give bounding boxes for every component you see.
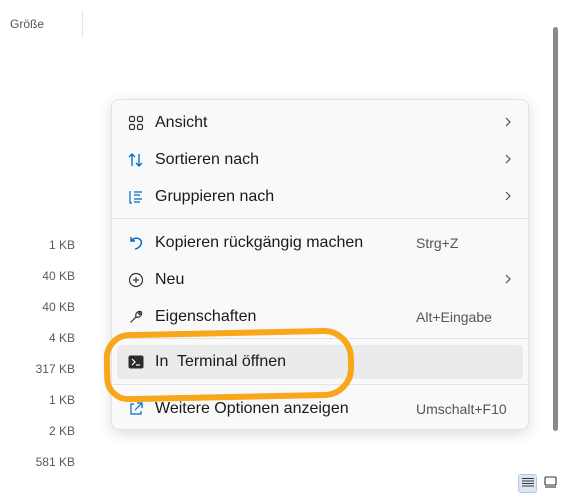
menu-item-label: Ansicht xyxy=(155,114,208,131)
new-icon xyxy=(126,270,146,290)
menu-item-label: Eigenschaften xyxy=(155,308,257,325)
external-icon xyxy=(126,399,146,419)
shortcut-label: Umschalt+F10 xyxy=(416,401,507,417)
menu-separator xyxy=(112,384,528,385)
wrench-icon xyxy=(126,307,146,327)
vertical-scrollbar[interactable] xyxy=(553,27,558,431)
menu-item-undo-copy[interactable]: Kopieren rückgängig machen Strg+Z xyxy=(117,226,523,260)
size-cell: 2 KB xyxy=(48,424,75,438)
sort-icon xyxy=(126,150,146,170)
tiles-view-button[interactable] xyxy=(541,474,560,493)
context-menu: Ansicht Sortieren nach Gruppieren nach K… xyxy=(111,99,529,430)
group-icon xyxy=(126,187,146,207)
menu-item-neu[interactable]: Neu xyxy=(117,263,523,297)
undo-icon xyxy=(126,233,146,253)
grid-icon xyxy=(126,113,146,133)
menu-item-sortieren[interactable]: Sortieren nach xyxy=(117,143,523,177)
menu-item-label: Kopieren rückgängig machen xyxy=(155,234,364,251)
shortcut-label: Alt+Eingabe xyxy=(416,309,492,325)
chevron-right-icon xyxy=(503,271,513,287)
details-view-button[interactable] xyxy=(518,474,537,493)
size-cell: 1 KB xyxy=(48,393,75,407)
menu-item-ansicht[interactable]: Ansicht xyxy=(117,106,523,140)
size-cell: 40 KB xyxy=(42,300,75,314)
menu-item-open-terminal[interactable]: In Terminal öffnen xyxy=(117,345,523,379)
menu-item-eigenschaften[interactable]: Eigenschaften Alt+Eingabe xyxy=(117,300,523,334)
shortcut-label: Strg+Z xyxy=(416,235,459,251)
chevron-right-icon xyxy=(503,114,513,130)
size-cell: 40 KB xyxy=(42,269,75,283)
size-cell: 4 KB xyxy=(48,331,75,345)
size-column-header[interactable]: Größe xyxy=(0,10,83,38)
tiles-icon xyxy=(544,475,557,493)
menu-item-more-options[interactable]: Weitere Optionen anzeigen Umschalt+F10 xyxy=(117,392,523,426)
chevron-right-icon xyxy=(503,188,513,204)
size-cell: 1 KB xyxy=(48,238,75,252)
menu-item-label: Gruppieren nach xyxy=(155,188,275,205)
menu-item-gruppieren[interactable]: Gruppieren nach xyxy=(117,180,523,214)
size-column-label: Größe xyxy=(10,17,45,31)
menu-separator xyxy=(112,218,528,219)
menu-separator xyxy=(112,338,528,339)
menu-item-label: Sortieren nach xyxy=(155,151,260,168)
menu-item-label: Weitere Optionen anzeigen xyxy=(155,400,349,417)
size-cell: 581 KB xyxy=(35,455,75,469)
size-cell: 317 KB xyxy=(35,362,75,376)
menu-item-label: Neu xyxy=(155,271,185,288)
terminal-icon xyxy=(126,352,146,372)
list-icon xyxy=(521,475,534,493)
menu-item-label: In Terminal öffnen xyxy=(155,353,287,370)
chevron-right-icon xyxy=(503,151,513,167)
